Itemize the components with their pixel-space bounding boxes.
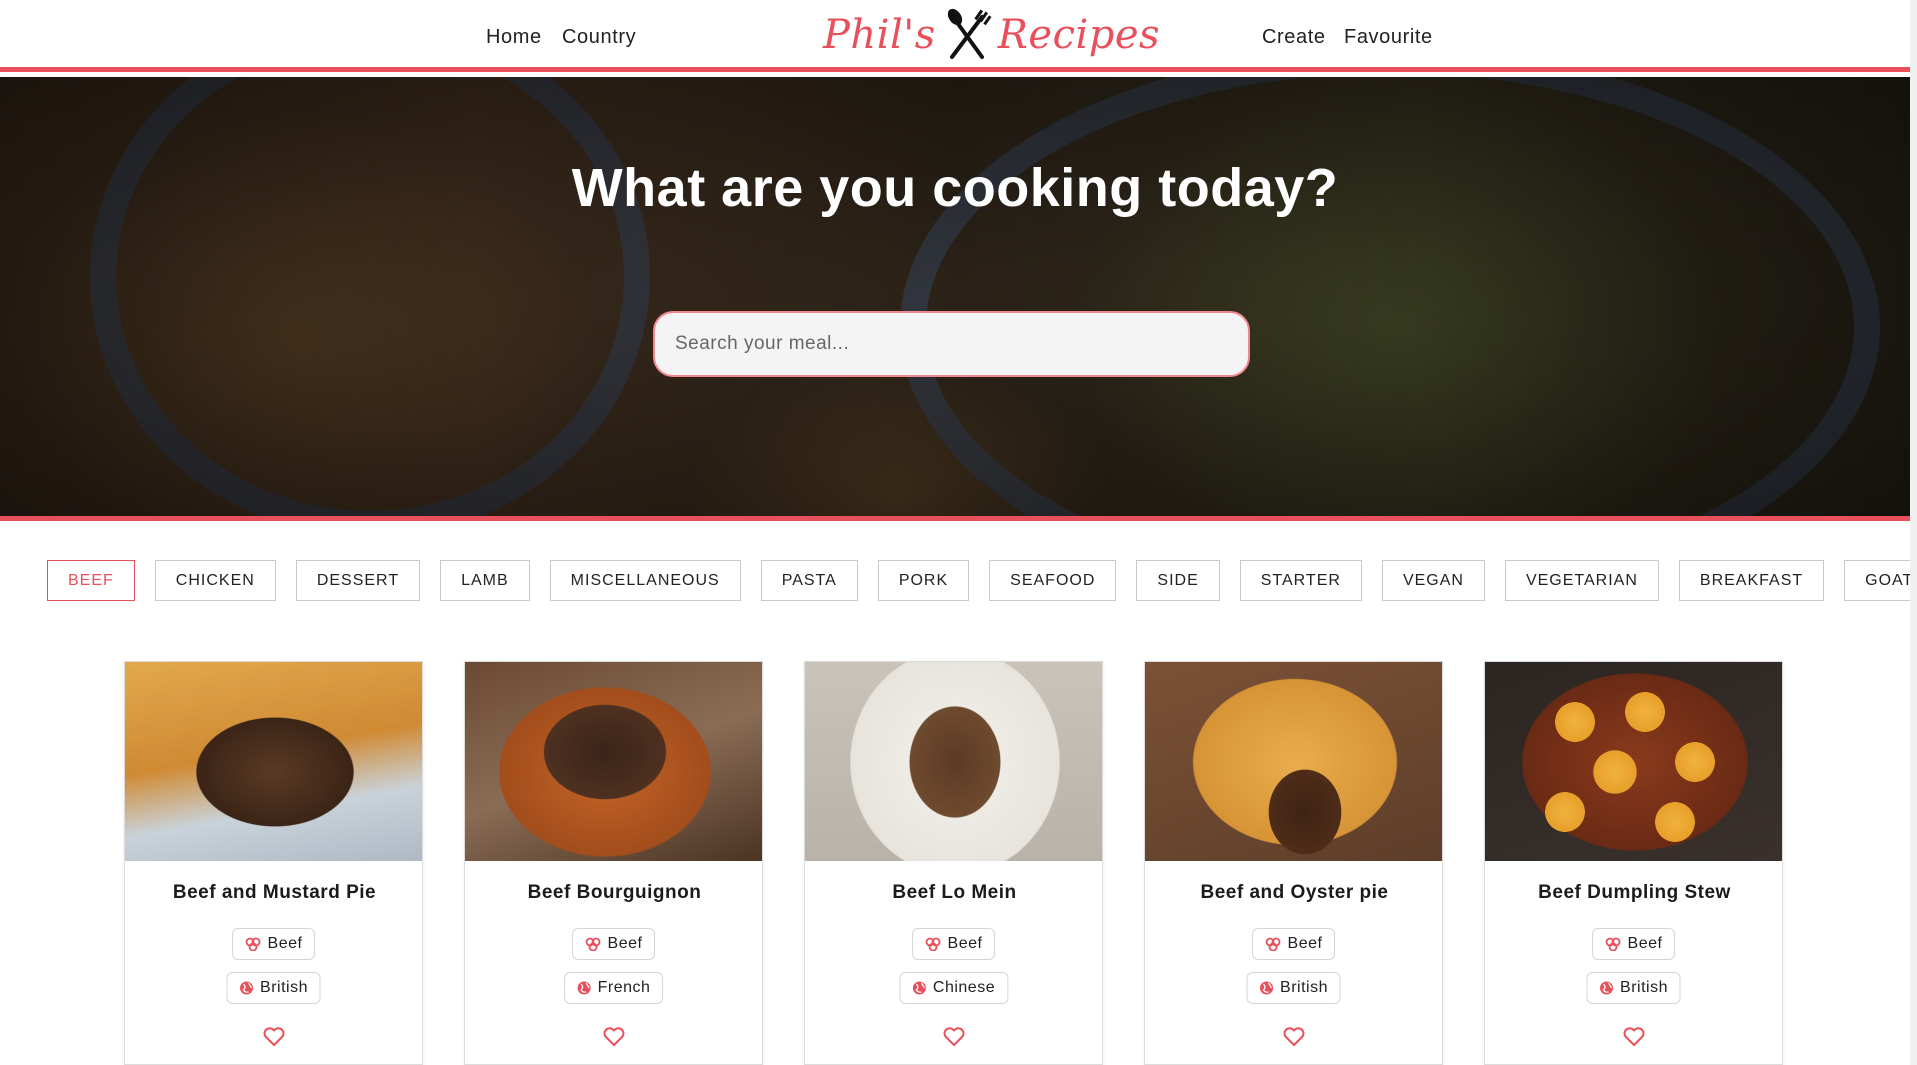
recipe-title: Beef Dumpling Stew <box>1538 882 1731 903</box>
category-vegetarian-button[interactable]: VEGETARIAN <box>1504 560 1659 601</box>
site-logo[interactable]: Phil's Recipes <box>823 4 1160 66</box>
recipe-grid: Beef and Mustard Pie Beef British Beef B… <box>124 661 1783 1065</box>
ingredient-icon <box>1265 937 1281 951</box>
nav-home-link[interactable]: Home <box>486 26 542 49</box>
category-pork-button[interactable]: PORK <box>877 560 970 601</box>
hero-title: What are you cooking today? <box>571 158 1339 218</box>
recipe-area-label: British <box>1620 979 1668 996</box>
heart-outline-icon[interactable] <box>1623 1027 1645 1047</box>
recipe-category-tag[interactable]: Beef <box>1591 928 1676 960</box>
heart-outline-icon[interactable] <box>603 1027 625 1047</box>
nav-create-link[interactable]: Create <box>1262 26 1326 49</box>
category-vegan-button[interactable]: VEGAN <box>1381 560 1485 601</box>
ingredient-icon <box>245 937 261 951</box>
recipe-area-tag[interactable]: Chinese <box>898 972 1009 1004</box>
recipe-area-label: British <box>260 979 308 996</box>
ingredient-icon <box>1605 937 1621 951</box>
hero-banner: What are you cooking today? <box>0 77 1910 516</box>
category-seafood-button[interactable]: SEAFOOD <box>989 560 1117 601</box>
recipe-image[interactable] <box>465 662 762 861</box>
ingredient-icon <box>585 937 601 951</box>
recipe-title: Beef Lo Mein <box>892 882 1017 903</box>
nav-favourite-link[interactable]: Favourite <box>1344 26 1433 49</box>
globe-icon <box>912 981 926 995</box>
recipe-category-label: Beef <box>1287 935 1323 952</box>
nav-country-link[interactable]: Country <box>562 26 636 49</box>
recipe-title: Beef and Mustard Pie <box>172 882 377 903</box>
globe-icon <box>1259 981 1273 995</box>
page-scrollbar[interactable] <box>1910 0 1917 1065</box>
recipe-category-label: Beef <box>1627 935 1663 952</box>
hero-divider <box>0 516 1910 521</box>
recipe-area-label: British <box>1280 979 1328 996</box>
category-miscellaneous-button[interactable]: MISCELLANEOUS <box>549 560 741 601</box>
heart-outline-icon[interactable] <box>943 1027 965 1047</box>
recipe-area-label: Chinese <box>932 979 996 996</box>
recipe-card[interactable]: Beef Dumpling Stew Beef British <box>1484 661 1783 1065</box>
category-beef-button[interactable]: BEEF <box>47 560 135 601</box>
category-breakfast-button[interactable]: BREAKFAST <box>1678 560 1825 601</box>
recipe-card[interactable]: Beef Lo Mein Beef Chinese <box>804 661 1103 1065</box>
category-filter-bar: BEEF CHICKEN DESSERT LAMB MISCELLANEOUS … <box>47 560 1917 601</box>
recipe-category-tag[interactable]: Beef <box>571 928 656 960</box>
category-goat-button[interactable]: GOAT <box>1844 560 1917 601</box>
recipe-category-label: Beef <box>947 935 983 952</box>
globe-icon <box>577 981 591 995</box>
heart-outline-icon[interactable] <box>1283 1027 1305 1047</box>
recipe-area-tag[interactable]: British <box>226 972 321 1004</box>
search-input[interactable] <box>653 311 1250 377</box>
category-side-button[interactable]: SIDE <box>1136 560 1220 601</box>
fork-knife-icon <box>942 7 992 63</box>
heart-outline-icon[interactable] <box>263 1027 285 1047</box>
category-dessert-button[interactable]: DESSERT <box>295 560 421 601</box>
recipe-area-tag[interactable]: French <box>563 972 664 1004</box>
top-navbar: Home Country Phil's Recipes Create Favou… <box>0 0 1910 72</box>
logo-text-recipes: Recipes <box>997 12 1161 58</box>
recipe-card[interactable]: Beef and Oyster pie Beef British <box>1144 661 1443 1065</box>
category-starter-button[interactable]: STARTER <box>1239 560 1362 601</box>
recipe-category-tag[interactable]: Beef <box>231 928 316 960</box>
recipe-title: Beef Bourguignon <box>527 882 702 903</box>
logo-text-phils: Phil's <box>823 12 936 58</box>
recipe-image[interactable] <box>1145 662 1442 861</box>
recipe-area-label: French <box>597 979 651 996</box>
recipe-category-tag[interactable]: Beef <box>911 928 996 960</box>
recipe-image[interactable] <box>125 662 422 861</box>
recipe-area-tag[interactable]: British <box>1246 972 1341 1004</box>
recipe-card[interactable]: Beef Bourguignon Beef French <box>464 661 763 1065</box>
recipe-category-label: Beef <box>607 935 643 952</box>
recipe-card[interactable]: Beef and Mustard Pie Beef British <box>124 661 423 1065</box>
globe-icon <box>239 981 253 995</box>
globe-icon <box>1599 981 1613 995</box>
recipe-category-tag[interactable]: Beef <box>1251 928 1336 960</box>
recipe-area-tag[interactable]: British <box>1586 972 1681 1004</box>
ingredient-icon <box>925 937 941 951</box>
recipe-title: Beef and Oyster pie <box>1200 882 1389 903</box>
category-chicken-button[interactable]: CHICKEN <box>154 560 276 601</box>
recipe-image[interactable] <box>805 662 1102 861</box>
recipe-category-label: Beef <box>267 935 303 952</box>
category-lamb-button[interactable]: LAMB <box>440 560 530 601</box>
recipe-image[interactable] <box>1485 662 1782 861</box>
hero-overlay <box>0 77 1910 516</box>
category-pasta-button[interactable]: PASTA <box>760 560 858 601</box>
